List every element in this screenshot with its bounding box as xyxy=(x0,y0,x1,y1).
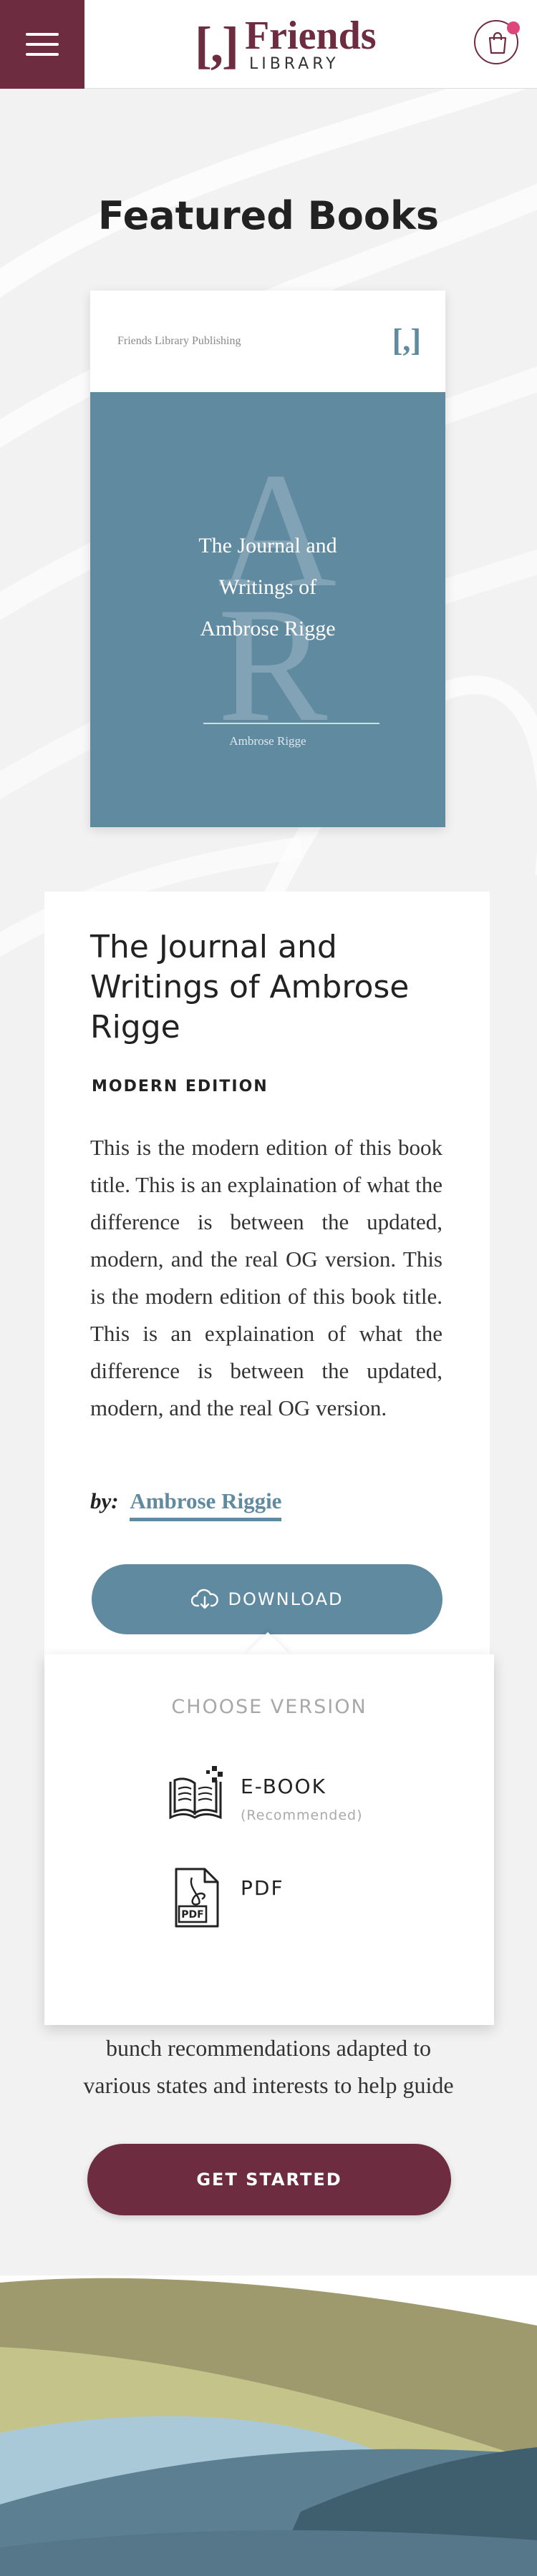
ebook-icon xyxy=(169,1766,223,1820)
cover-title-line: Ambrose Rigge xyxy=(200,617,336,640)
hamburger-icon-bar xyxy=(26,43,59,46)
ebook-label: E-BOOK xyxy=(241,1775,326,1798)
edition-label: MODERN EDITION xyxy=(92,1078,268,1096)
option-pdf[interactable]: PDF PDF xyxy=(166,1866,381,1945)
get-started-button[interactable]: GET STARTED xyxy=(87,2144,451,2215)
by-label: by: xyxy=(90,1488,119,1513)
hamburger-icon-bar xyxy=(26,53,59,56)
ebook-recommended-note: (Recommended) xyxy=(241,1807,363,1823)
download-label: DOWNLOAD xyxy=(228,1589,344,1609)
logo-name: Friends xyxy=(244,13,377,58)
cloud-download-icon xyxy=(190,1589,218,1609)
cta-text-line: various states and interests to help gui… xyxy=(83,2072,454,2098)
cover-publisher: Friends Library Publishing xyxy=(117,335,241,347)
version-dropdown: CHOOSE VERSION E-BOOK (Recommended) PDF … xyxy=(44,1654,494,2025)
shopping-bag-icon xyxy=(488,31,507,54)
logo-subtitle: LIBRARY xyxy=(248,55,339,74)
book-title: The Journal and Writings of Ambrose Rigg… xyxy=(90,929,410,1045)
footer-landscape xyxy=(0,2275,537,2576)
cover-title-line: The Journal and xyxy=(198,534,337,557)
cart-badge xyxy=(507,21,520,34)
site-header: [,] Friends LIBRARY xyxy=(0,0,537,89)
site-logo[interactable]: [,] Friends LIBRARY xyxy=(195,13,377,77)
pdf-icon: PDF xyxy=(175,1868,219,1928)
cover-author: Ambrose Rigge xyxy=(229,734,306,748)
author-link[interactable]: Ambrose Riggie xyxy=(130,1488,282,1521)
cta-text-line: bunch recommendations adapted to xyxy=(105,2035,432,2061)
book-cover[interactable]: Friends Library Publishing [,] A R The J… xyxy=(90,291,445,827)
author-byline: by: Ambrose Riggie xyxy=(90,1488,282,1521)
cta-text: bunch recommendations adapted to various… xyxy=(29,2029,508,2104)
logo-text: Friends LIBRARY xyxy=(244,13,377,74)
cover-header: Friends Library Publishing [,] xyxy=(90,291,445,392)
cover-title-line: Writings of xyxy=(218,575,317,599)
pdf-label: PDF xyxy=(241,1876,284,1900)
download-button[interactable]: DOWNLOAD xyxy=(92,1564,442,1634)
logo-mark: [,] xyxy=(195,16,239,74)
cart-button[interactable] xyxy=(474,20,520,64)
cover-title: The Journal and Writings of Ambrose Rigg… xyxy=(90,525,445,650)
pdf-icon-text: PDF xyxy=(181,1909,203,1921)
cover-body: A R The Journal and Writings of Ambrose … xyxy=(90,392,445,827)
cover-divider xyxy=(203,723,379,724)
cover-logo-mark: [,] xyxy=(392,323,421,358)
section-title: Featured Books xyxy=(97,193,440,238)
choose-version-label: CHOOSE VERSION xyxy=(171,1696,367,1718)
book-description: This is the modern edition of this book … xyxy=(90,1135,442,1420)
menu-button[interactable] xyxy=(0,0,84,89)
option-ebook[interactable]: E-BOOK (Recommended) xyxy=(166,1765,381,1843)
hamburger-icon-bar xyxy=(26,33,59,36)
